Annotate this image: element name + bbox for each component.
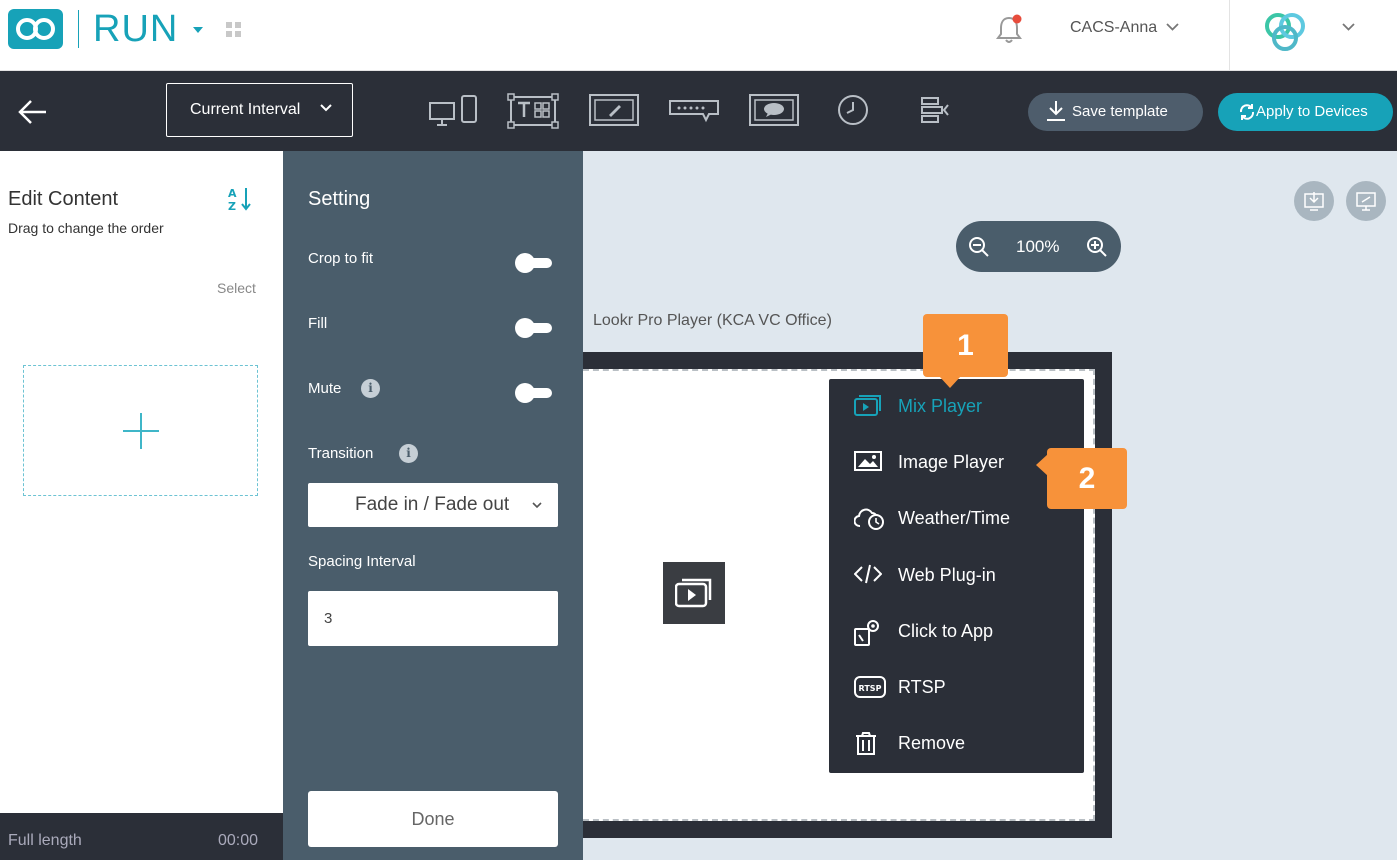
chevron-down-icon bbox=[320, 104, 332, 112]
message-frame-icon[interactable] bbox=[749, 94, 799, 126]
mute-toggle[interactable] bbox=[515, 383, 552, 403]
apply-to-devices-button[interactable]: Apply to Devices bbox=[1218, 93, 1393, 131]
align-icon[interactable] bbox=[919, 96, 951, 124]
menu-item-label: Web Plug-in bbox=[898, 565, 996, 585]
full-length-time: 00:00 bbox=[217, 832, 258, 849]
transition-dropdown[interactable]: Fade in / Fade out bbox=[308, 483, 558, 527]
chevron-down-icon[interactable] bbox=[1166, 23, 1179, 31]
svg-text:A: A bbox=[228, 187, 237, 200]
download-icon bbox=[1047, 101, 1065, 121]
zoom-out-icon[interactable] bbox=[968, 236, 990, 258]
done-button[interactable]: Done bbox=[308, 791, 558, 847]
setting-title: Setting bbox=[308, 188, 371, 210]
menu-item-weather-time[interactable]: Weather/Time bbox=[829, 491, 1084, 547]
chevron-down-icon[interactable] bbox=[1342, 23, 1355, 31]
image-player-icon bbox=[854, 451, 882, 471]
menu-item-label: Mix Player bbox=[898, 396, 983, 416]
clock-icon[interactable] bbox=[837, 94, 869, 126]
menu-item-label: Weather/Time bbox=[898, 508, 1011, 528]
notification-bell-icon[interactable] bbox=[996, 14, 1024, 44]
step-callout-1: 1 bbox=[923, 314, 1008, 388]
crop-to-fit-toggle[interactable] bbox=[515, 253, 552, 273]
fill-toggle[interactable] bbox=[515, 318, 552, 338]
edit-content-title: Edit Content bbox=[8, 188, 119, 210]
interval-dropdown[interactable]: Current Interval bbox=[166, 83, 353, 137]
spacing-interval-input[interactable] bbox=[308, 591, 558, 646]
code-icon bbox=[854, 564, 882, 584]
display-layout-icon[interactable] bbox=[429, 94, 481, 128]
menu-item-label: Remove bbox=[898, 733, 966, 753]
sync-icon bbox=[1239, 104, 1255, 120]
menu-item-label: Click to App bbox=[898, 621, 994, 641]
editor-toolbar: Current Interval Save template Apply to … bbox=[0, 71, 1397, 151]
template-text-qr-icon[interactable] bbox=[507, 93, 559, 129]
zoom-control: 100% bbox=[956, 221, 1121, 272]
mute-info-icon[interactable]: i bbox=[361, 379, 380, 398]
zoom-in-icon[interactable] bbox=[1086, 236, 1108, 258]
edit-content-subtitle: Drag to change the order bbox=[8, 220, 164, 236]
infinity-logo-icon bbox=[16, 18, 55, 40]
mix-player-icon bbox=[854, 395, 881, 416]
svg-text:Z: Z bbox=[228, 200, 236, 212]
menu-item-label: RTSP bbox=[898, 677, 946, 697]
back-arrow-icon[interactable] bbox=[18, 99, 48, 125]
click-to-app-icon bbox=[854, 620, 879, 646]
sort-az-icon[interactable]: A Z bbox=[227, 186, 253, 212]
full-length-label: Full length bbox=[8, 832, 82, 849]
menu-item-label: Image Player bbox=[898, 452, 1005, 472]
mix-player-icon bbox=[675, 578, 712, 608]
full-length-footer: Full length 00:00 bbox=[0, 813, 283, 860]
download-screen-icon bbox=[1304, 192, 1324, 211]
ticker-icon[interactable] bbox=[669, 99, 719, 123]
transition-value: Fade in / Fade out bbox=[355, 494, 510, 515]
menu-item-remove[interactable]: Remove bbox=[829, 716, 1084, 772]
weather-time-icon bbox=[854, 508, 884, 530]
step-callout-2: 2 bbox=[1036, 448, 1127, 509]
setting-panel: Setting Crop to fit Fill Mute i Transiti… bbox=[283, 151, 583, 860]
save-template-button[interactable]: Save template bbox=[1028, 93, 1203, 131]
save-template-label: Save template bbox=[1072, 103, 1168, 120]
zoom-level: 100% bbox=[1016, 237, 1060, 256]
rtsp-icon: RTSP bbox=[854, 676, 886, 698]
widget-type-menu: Mix Player Image Player Weather/Time Web… bbox=[829, 379, 1084, 773]
organization-logo-icon[interactable] bbox=[1260, 10, 1312, 54]
divider bbox=[1229, 0, 1230, 71]
top-bar: RUN CACS-Anna bbox=[0, 0, 1397, 71]
screen-preview-button[interactable] bbox=[1346, 181, 1386, 221]
trash-icon bbox=[856, 732, 876, 755]
plus-icon bbox=[123, 413, 159, 449]
player-name: Lookr Pro Player (KCA VC Office) bbox=[593, 312, 832, 329]
select-link[interactable]: Select bbox=[217, 280, 256, 296]
app-logo[interactable] bbox=[8, 9, 63, 49]
download-preview-button[interactable] bbox=[1294, 181, 1334, 221]
svg-text:RTSP: RTSP bbox=[859, 684, 882, 693]
menu-item-web-plugin[interactable]: Web Plug-in bbox=[829, 548, 1084, 604]
interval-label: Current Interval bbox=[190, 101, 301, 118]
crop-to-fit-label: Crop to fit bbox=[308, 250, 374, 267]
monitor-icon bbox=[1356, 192, 1376, 211]
mix-player-widget[interactable] bbox=[663, 562, 725, 624]
caret-down-icon[interactable] bbox=[193, 27, 203, 33]
edit-content-panel: Edit Content Drag to change the order A … bbox=[0, 151, 283, 860]
brand-name[interactable]: RUN bbox=[93, 8, 178, 51]
transition-label: Transition bbox=[308, 445, 374, 462]
fill-label: Fill bbox=[308, 315, 328, 332]
apps-grid-icon[interactable] bbox=[226, 22, 242, 38]
add-content-button[interactable] bbox=[23, 365, 258, 496]
menu-item-rtsp[interactable]: RTSP RTSP bbox=[829, 660, 1084, 716]
draw-frame-icon[interactable] bbox=[589, 94, 639, 126]
menu-item-click-to-app[interactable]: Click to App bbox=[829, 604, 1084, 660]
chevron-down-icon bbox=[532, 502, 542, 509]
transition-info-icon[interactable]: i bbox=[399, 444, 418, 463]
apply-to-devices-label: Apply to Devices bbox=[1256, 103, 1368, 120]
mute-label: Mute bbox=[308, 380, 342, 397]
spacing-interval-label: Spacing Interval bbox=[308, 553, 416, 570]
user-name[interactable]: CACS-Anna bbox=[1070, 19, 1157, 37]
logo-separator bbox=[78, 10, 79, 48]
